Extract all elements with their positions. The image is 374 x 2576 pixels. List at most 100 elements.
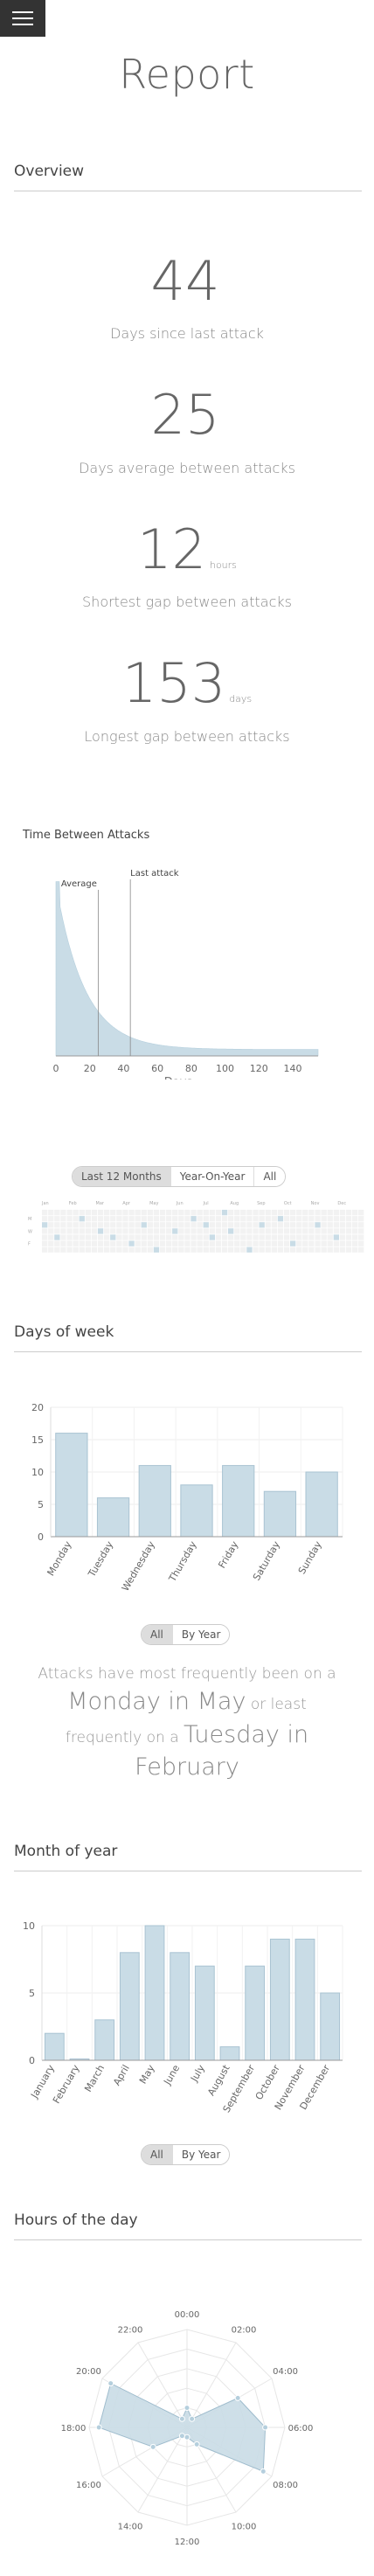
- month-of-year-chart: 0510JanuaryFebruary March April May June July…: [23, 1920, 343, 2114]
- calendar-day-cell: [277, 1210, 284, 1216]
- calendar-day-cell: [215, 1228, 222, 1234]
- bar: [222, 1465, 255, 1538]
- calendar-month-label: Jul: [203, 1201, 209, 1206]
- calendar-day-cell: [147, 1234, 153, 1240]
- radar-point: [149, 2443, 156, 2450]
- calendar-day-cell: [85, 1246, 91, 1253]
- calendar-day-cell: [259, 1234, 265, 1240]
- calendar-day-cell: [296, 1216, 302, 1222]
- x-tick-label: Friday: [216, 1539, 240, 1571]
- calendar-day-cell: [42, 1210, 48, 1216]
- tab-all[interactable]: All: [142, 1625, 172, 1644]
- radar-axis-label: 04:00: [273, 2367, 298, 2377]
- calendar-day-cell: [128, 1246, 135, 1253]
- radar-point: [193, 2441, 200, 2448]
- calendar-day-cell: [277, 1246, 284, 1253]
- calendar-day-cell: [265, 1240, 271, 1246]
- calendar-day-cell: [73, 1234, 79, 1240]
- calendar-day-cell: [215, 1246, 222, 1253]
- calendar-day-cell: [79, 1240, 85, 1246]
- calendar-day-cell: [327, 1216, 333, 1222]
- calendar-day-cell: [85, 1222, 91, 1228]
- calendar-day-cell: [327, 1210, 333, 1216]
- calendar-day-cell: [315, 1228, 321, 1234]
- calendar-month-label: Feb: [69, 1201, 77, 1206]
- calendar-day-cell: [85, 1240, 91, 1246]
- calendar-day-cell: [234, 1210, 240, 1216]
- calendar-day-cell: [203, 1216, 209, 1222]
- y-tick-label: 15: [31, 1434, 44, 1446]
- calendar-day-cell: [147, 1216, 153, 1222]
- tab-by-year[interactable]: By Year: [171, 2145, 230, 2164]
- calendar-day-cell: [321, 1222, 327, 1228]
- calendar-day-cell: [104, 1234, 110, 1240]
- calendar-day-cell: [104, 1246, 110, 1253]
- calendar-day-cell: [79, 1222, 85, 1228]
- calendar-day-cell: [265, 1228, 271, 1234]
- calendar-day-cell: [104, 1216, 110, 1222]
- calendar-day-cell: [172, 1216, 178, 1222]
- calendar-day-cell: [345, 1216, 352, 1222]
- calendar-day-cell: [240, 1216, 246, 1222]
- calendar-day-cell: [141, 1234, 147, 1240]
- bar: [194, 1965, 215, 2061]
- calendar-day-cell: [283, 1234, 290, 1240]
- calendar-day-cell: [141, 1210, 147, 1216]
- menu-button[interactable]: [0, 0, 45, 37]
- tab-all[interactable]: All: [142, 2145, 172, 2164]
- calendar-day-cell: [73, 1210, 79, 1216]
- radar-axis-label: 00:00: [175, 2310, 200, 2320]
- tab-all[interactable]: All: [253, 1167, 286, 1186]
- calendar-day-cell: [339, 1234, 346, 1240]
- calendar-day-cell: [321, 1216, 327, 1222]
- calendar-day-cell: [197, 1228, 203, 1234]
- y-tick-label: 5: [38, 1499, 44, 1510]
- calendar-day-cell: [116, 1246, 122, 1253]
- tab-year-on-year[interactable]: Year-On-Year: [170, 1167, 254, 1186]
- calendar-day-cell: [296, 1222, 302, 1228]
- bar: [144, 1925, 165, 2061]
- calendar-day-cell: [339, 1210, 346, 1216]
- calendar-day-cell: [128, 1228, 135, 1234]
- calendar-day-cell: [166, 1240, 172, 1246]
- radar-axis-label: 22:00: [118, 2325, 143, 2335]
- x-tick-label: 100: [216, 1063, 234, 1074]
- calendar-day-cell: [122, 1246, 128, 1253]
- calendar-day-cell: [42, 1216, 48, 1222]
- days-of-week-divider: [14, 1351, 362, 1352]
- calendar-day-cell: [128, 1210, 135, 1216]
- calendar-day-cell: [333, 1216, 339, 1222]
- calendar-day-cell: [190, 1222, 197, 1228]
- bar: [263, 1490, 297, 1538]
- stat-days-since: 44: [150, 249, 220, 313]
- calendar-day-cell: [283, 1246, 290, 1253]
- calendar-day-cell: [333, 1210, 339, 1216]
- calendar-day-cell: [221, 1216, 228, 1222]
- y-tick-label: 10: [31, 1467, 44, 1478]
- calendar-day-cell: [209, 1228, 215, 1234]
- calendar-day-cell: [190, 1246, 197, 1253]
- radar-point: [189, 2415, 196, 2422]
- radar-axis-label: 14:00: [118, 2523, 143, 2532]
- calendar-day-cell: [302, 1210, 308, 1216]
- calendar-day-cell: [60, 1234, 66, 1240]
- bar: [44, 2032, 65, 2061]
- calendar-day-cell: [271, 1222, 277, 1228]
- calendar-day-cell: [116, 1210, 122, 1216]
- calendar-day-cell: [48, 1246, 54, 1253]
- calendar-day-cell: [153, 1216, 160, 1222]
- calendar-day-cell: [116, 1234, 122, 1240]
- page-title: Report: [119, 51, 255, 98]
- calendar-day-cell: [221, 1246, 228, 1253]
- tab-by-year[interactable]: By Year: [171, 1625, 230, 1644]
- calendar-day-cell: [240, 1246, 246, 1253]
- calendar-day-cell: [54, 1228, 60, 1234]
- calendar-day-cell: [172, 1222, 178, 1228]
- calendar-day-cell: [159, 1228, 166, 1234]
- calendar-day-cell: [184, 1228, 190, 1234]
- calendar-day-cell: [302, 1216, 308, 1222]
- calendar-day-cell: [197, 1222, 203, 1228]
- calendar-day-cell: [184, 1210, 190, 1216]
- tab-last-12-months[interactable]: Last 12 Months: [73, 1167, 170, 1186]
- x-tick-label: Sunday: [296, 1539, 324, 1577]
